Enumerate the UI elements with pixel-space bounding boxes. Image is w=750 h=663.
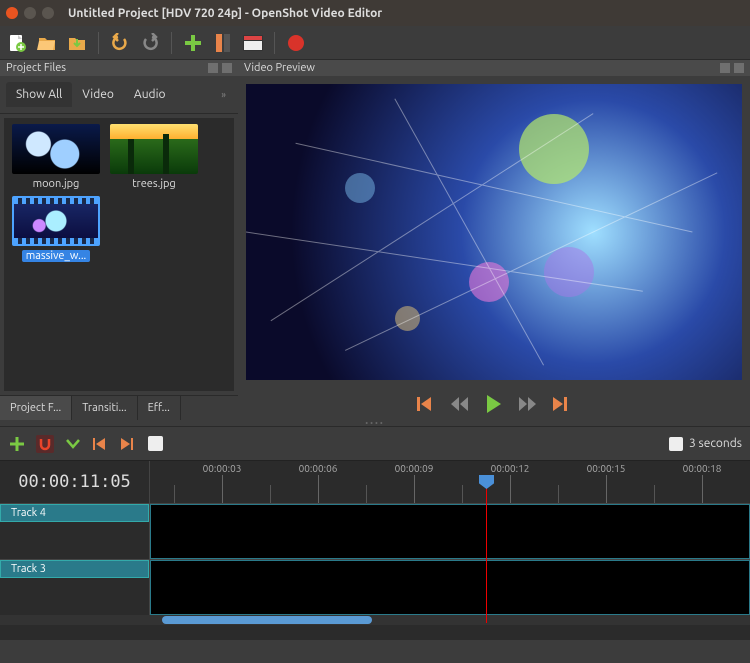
track-header[interactable]: Track 3 [0, 560, 150, 615]
import-files-button[interactable] [182, 32, 204, 54]
project-files-grid[interactable]: moon.jpg trees.jpg massive_w... [4, 118, 234, 391]
track-label: Track 3 [0, 560, 149, 578]
video-preview-title: Video Preview [244, 62, 315, 74]
file-thumbnail [12, 196, 100, 246]
track-body[interactable] [150, 504, 750, 559]
panel-undock-icon[interactable] [208, 63, 218, 73]
track-body[interactable] [150, 560, 750, 615]
fullscreen-button[interactable] [242, 32, 264, 54]
window-close-button[interactable] [6, 7, 18, 19]
center-playhead-button[interactable] [148, 436, 163, 451]
file-item[interactable]: trees.jpg [108, 124, 200, 190]
playhead[interactable] [486, 477, 487, 623]
left-panel-tabs: Project F... Transiti... Eff... [0, 395, 238, 420]
track-header[interactable]: Track 4 [0, 504, 150, 559]
panel-close-icon[interactable] [734, 63, 744, 73]
export-button[interactable] [285, 32, 307, 54]
timeline-track[interactable]: Track 3 [0, 559, 750, 615]
zoom-slider-icon[interactable] [669, 437, 683, 451]
razor-dropdown-button[interactable] [64, 435, 82, 453]
new-project-button[interactable] [6, 32, 28, 54]
filter-tab-show-all[interactable]: Show All [6, 82, 72, 107]
project-files-title: Project Files [6, 62, 66, 74]
tab-effects[interactable]: Eff... [138, 396, 181, 420]
timeline-toolbar: 3 seconds [0, 426, 750, 460]
file-filter-tabs: Show All Video Audio » [0, 76, 238, 114]
file-thumbnail [12, 124, 100, 174]
tab-project-files[interactable]: Project F... [0, 396, 72, 420]
tab-transitions[interactable]: Transiti... [72, 396, 137, 420]
timeline-panel: 00:00:11:05 00:00:03 00:00:06 00:00:09 0… [0, 460, 750, 640]
video-preview-panel: Video Preview [238, 60, 750, 420]
tick-label: 00:00:06 [299, 463, 338, 474]
tick-label: 00:00:12 [491, 463, 530, 474]
toolbar-separator [274, 32, 275, 54]
ruler-ticks[interactable]: 00:00:03 00:00:06 00:00:09 00:00:12 00:0… [150, 461, 750, 503]
file-label: trees.jpg [132, 178, 176, 190]
jump-start-button[interactable] [416, 394, 436, 414]
playhead-handle-icon[interactable] [479, 475, 494, 489]
filter-tab-audio[interactable]: Audio [124, 82, 176, 107]
window-minimize-button[interactable] [24, 7, 36, 19]
file-label: moon.jpg [33, 178, 80, 190]
rewind-button[interactable] [450, 394, 470, 414]
add-track-button[interactable] [8, 435, 26, 453]
profile-button[interactable] [212, 32, 234, 54]
titlebar: Untitled Project [HDV 720 24p] - OpenSho… [0, 0, 750, 26]
file-thumbnail [110, 124, 198, 174]
playback-controls [238, 388, 750, 420]
window-title: Untitled Project [HDV 720 24p] - OpenSho… [68, 7, 382, 20]
undo-button[interactable] [109, 32, 131, 54]
snap-button[interactable] [36, 435, 54, 453]
tick-label: 00:00:18 [683, 463, 722, 474]
tick-label: 00:00:09 [395, 463, 434, 474]
previous-marker-button[interactable] [92, 435, 110, 453]
open-project-button[interactable] [36, 32, 58, 54]
preview-frame [246, 84, 742, 380]
play-button[interactable] [484, 394, 504, 414]
tabs-overflow-icon[interactable]: » [221, 89, 232, 100]
redo-button[interactable] [139, 32, 161, 54]
fast-forward-button[interactable] [518, 394, 538, 414]
next-marker-button[interactable] [120, 435, 138, 453]
video-preview-header: Video Preview [238, 60, 750, 76]
preview-viewport[interactable] [238, 76, 750, 388]
toolbar-separator [98, 32, 99, 54]
save-project-button[interactable] [66, 32, 88, 54]
scrollbar-thumb[interactable] [162, 616, 372, 624]
jump-end-button[interactable] [552, 394, 572, 414]
timeline-track[interactable]: Track 4 [0, 503, 750, 559]
file-item[interactable]: massive_w... [10, 196, 102, 262]
project-files-header: Project Files [0, 60, 238, 76]
zoom-label: 3 seconds [689, 437, 742, 450]
current-time-display: 00:00:11:05 [0, 461, 150, 503]
filter-tab-video[interactable]: Video [72, 82, 124, 107]
file-item[interactable]: moon.jpg [10, 124, 102, 190]
timeline-scrollbar[interactable] [0, 615, 750, 625]
file-label: massive_w... [22, 250, 91, 262]
window-maximize-button[interactable] [42, 7, 54, 19]
panel-undock-icon[interactable] [720, 63, 730, 73]
project-files-panel: Project Files Show All Video Audio » moo… [0, 60, 238, 420]
toolbar-separator [171, 32, 172, 54]
main-toolbar [0, 26, 750, 60]
tick-label: 00:00:03 [203, 463, 242, 474]
tick-label: 00:00:15 [587, 463, 626, 474]
panel-close-icon[interactable] [222, 63, 232, 73]
time-ruler[interactable]: 00:00:11:05 00:00:03 00:00:06 00:00:09 0… [0, 461, 750, 503]
track-label: Track 4 [0, 504, 149, 522]
